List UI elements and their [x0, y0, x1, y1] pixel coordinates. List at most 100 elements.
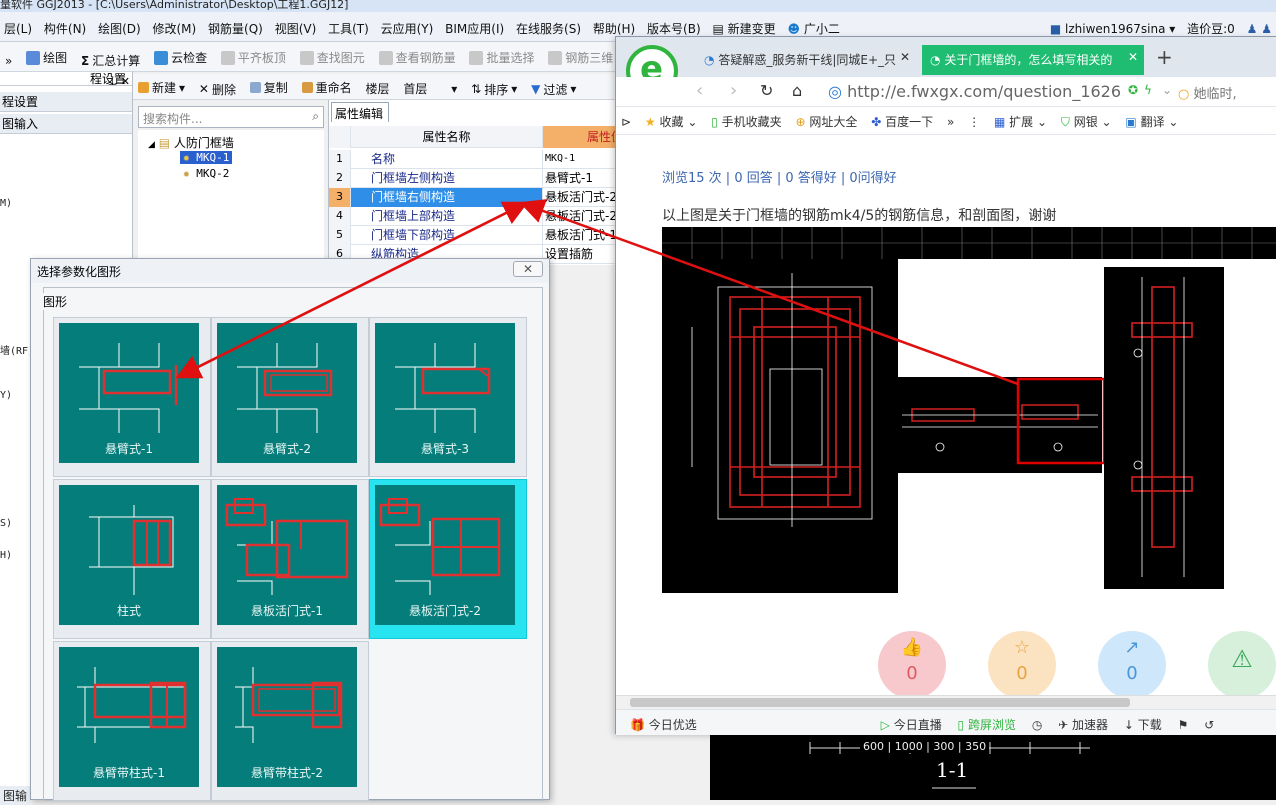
delete-button[interactable]: ✕ 删除 [194, 76, 241, 98]
property-row[interactable]: 4 门框墙上部构造 悬板活门式-2 [329, 207, 621, 226]
lightning-icon[interactable]: ϟ [1144, 83, 1152, 97]
toolbar-overflow-icon[interactable]: » [0, 47, 17, 68]
shape-suspended-door-2[interactable]: 悬板活门式-2 [369, 479, 527, 639]
nav-row[interactable]: H) [0, 550, 12, 561]
bookmark-directory[interactable]: ⊕ 网址大全 [790, 107, 862, 130]
drawing-input-item[interactable]: 图输入 [0, 114, 132, 134]
row-value[interactable]: MKQ-1 [543, 150, 623, 168]
shape-cantilever-1[interactable]: 悬臂式-1 [53, 317, 211, 477]
browser-tab-1[interactable]: ◔ 答疑解惑_服务新干线|同城E+_只 ✕ [696, 45, 916, 75]
close-icon[interactable]: ✕ [121, 75, 130, 88]
filter-button[interactable]: ▼ 过滤 ▾ [526, 76, 581, 98]
bookmark-baidu[interactable]: ✤ 百度一下 [866, 107, 938, 130]
menu-tools[interactable]: 工具(T) [324, 12, 373, 37]
dialog-close-button[interactable]: ✕ [513, 261, 543, 277]
status-daily-picks[interactable]: 🎁 今日优选 [616, 710, 703, 733]
status-history-icon[interactable]: ◷ [1026, 712, 1048, 732]
shape-cantilever-column-1[interactable]: 悬臂带柱式-1 [53, 641, 211, 801]
horizontal-scrollbar[interactable] [616, 695, 1276, 709]
search-icon[interactable]: ⌕ [312, 109, 319, 124]
status-download[interactable]: ↓ 下载 [1118, 710, 1168, 733]
new-component-button[interactable]: 新建 ▾ [133, 74, 190, 96]
menu-help[interactable]: 帮助(H) [589, 12, 639, 37]
pin-icon[interactable]: ⊥ [108, 75, 118, 88]
row-value[interactable]: 设置插筋 [543, 245, 623, 263]
browser-tab-2-active[interactable]: ◔ 关于门框墙的，怎么填写相关的 ✕ [922, 45, 1144, 75]
row-value[interactable]: 悬板活门式-1 [543, 226, 623, 244]
menu-new-change[interactable]: ▤ 新建变更 [708, 12, 779, 37]
row-value[interactable]: 悬板活门式-2 [543, 188, 623, 206]
component-search-input[interactable]: 搜索构件... ⌕ [138, 106, 324, 128]
address-bar[interactable]: ◎ http://e.fwxgx.com/question_1626 [828, 80, 1128, 104]
status-cross-screen[interactable]: ▯ 跨屏浏览 [952, 710, 1022, 733]
rename-button[interactable]: 重命名 [297, 74, 357, 96]
tree-root[interactable]: ◢ ▤ 人防门框墙 [148, 134, 234, 151]
menu-version[interactable]: 版本号(B) [643, 12, 705, 37]
forward-icon[interactable]: › [730, 80, 737, 101]
row-value[interactable]: 悬臂式-1 [543, 169, 623, 187]
status-live[interactable]: ▷ 今日直播 [875, 710, 948, 733]
dropdown-icon[interactable]: ⌄ [1162, 83, 1172, 97]
menu-modify[interactable]: 修改(M) [149, 12, 201, 37]
refresh-icon[interactable]: ↻ [760, 81, 773, 100]
menu-assistant[interactable]: ☻ 广小二 [784, 12, 844, 37]
share-button[interactable]: ↗ 0 [1098, 631, 1166, 695]
tree-item-mkq1[interactable]: ✹ MKQ-1 [180, 151, 233, 164]
menu-bim[interactable]: BIM应用(I) [441, 12, 508, 37]
bookmark-favorites[interactable]: ★ 收藏 ⌄ [640, 107, 702, 130]
shape-column[interactable]: 柱式 [53, 479, 211, 639]
tree-item-mkq2[interactable]: ✹ MKQ-2 [183, 167, 229, 180]
toolbar-extensions[interactable]: ▦ 扩展 ⌄ [989, 107, 1052, 130]
tab-close-icon[interactable]: ✕ [1128, 50, 1138, 64]
rebar-3d-button[interactable]: 钢筋三维 [543, 42, 618, 66]
status-refresh-icon[interactable]: ↺ [1198, 712, 1220, 732]
shape-cantilever-2[interactable]: 悬臂式-2 [211, 317, 369, 477]
shape-cantilever-3[interactable]: 悬臂式-3 [369, 317, 527, 477]
batch-select-button[interactable]: 批量选择 [464, 42, 539, 66]
property-row[interactable]: 2 门框墙左侧构造 悬臂式-1 [329, 169, 621, 188]
scrollbar-thumb[interactable] [630, 698, 1130, 707]
contacts-icon[interactable]: ♟ ♟ [1243, 14, 1276, 36]
find-element-button[interactable]: 查找图元 [295, 42, 370, 66]
property-row-selected[interactable]: 3 门框墙右侧构造 悬板活门式-2 [329, 188, 621, 207]
status-accelerator[interactable]: ✈ 加速器 [1052, 710, 1114, 733]
copy-button[interactable]: 复制 [245, 74, 293, 96]
row-value[interactable]: 悬板活门式-2 [543, 207, 623, 225]
nav-row[interactable]: S) [0, 518, 12, 529]
project-settings-item[interactable]: 程设置 [0, 92, 132, 112]
new-tab-button[interactable]: + [1156, 45, 1173, 69]
favorite-button[interactable]: ☆ 0 [988, 631, 1056, 695]
back-icon[interactable]: ‹ [696, 80, 703, 101]
like-button[interactable]: 👍 0 [878, 631, 946, 695]
summary-calc-button[interactable]: Σ 汇总计算 [76, 45, 145, 69]
cloud-check-button[interactable]: 云检查 [149, 42, 212, 66]
browser-search-box[interactable]: ○ 她临时, [1178, 83, 1274, 102]
property-row[interactable]: 5 门框墙下部构造 悬板活门式-1 [329, 226, 621, 245]
sort-button[interactable]: ⇅ 排序 ▾ [466, 76, 522, 98]
view-rebar-button[interactable]: 查看钢筋量 [374, 42, 461, 66]
draw-button[interactable]: 绘图 [21, 42, 72, 66]
floor-select[interactable]: 首层 ▾ [398, 75, 462, 97]
property-row[interactable]: 1 名称 MKQ-1 [329, 150, 621, 169]
nav-row[interactable]: Y) [0, 390, 12, 401]
collapse-icon[interactable]: ◢ [148, 140, 155, 150]
report-button[interactable]: ⚠ [1208, 631, 1276, 695]
menu-online-service[interactable]: 在线服务(S) [512, 12, 585, 37]
bookmark-mobile[interactable]: ▯ 手机收藏夹 [706, 107, 786, 130]
shape-cantilever-column-2[interactable]: 悬臂带柱式-2 [211, 641, 369, 801]
status-flag-icon[interactable]: ⚑ [1172, 712, 1195, 732]
menu-cloud[interactable]: 云应用(Y) [377, 12, 438, 37]
speed-icon[interactable]: ✪ [1128, 83, 1138, 97]
nav-row[interactable]: M) [0, 198, 12, 209]
menu-layer[interactable]: 层(L) [0, 12, 36, 37]
bookmarks-more-icon[interactable]: » [942, 109, 959, 129]
bookmarks-menu-icon[interactable]: ⋮ [963, 109, 985, 129]
user-menu[interactable]: ■ lzhiwen1967sina ▾ [1046, 14, 1179, 36]
tab-property-edit[interactable]: 属性编辑 [331, 102, 389, 122]
sidebar-toggle-icon[interactable]: ⊳ [616, 109, 636, 129]
shape-suspended-door-1[interactable]: 悬板活门式-1 [211, 479, 369, 639]
menu-rebar-quantity[interactable]: 钢筋量(Q) [204, 12, 267, 37]
align-slab-top-button[interactable]: 平齐板顶 [216, 42, 291, 66]
tab-close-icon[interactable]: ✕ [900, 50, 910, 64]
nav-row[interactable]: 墙(RF) [0, 342, 34, 357]
